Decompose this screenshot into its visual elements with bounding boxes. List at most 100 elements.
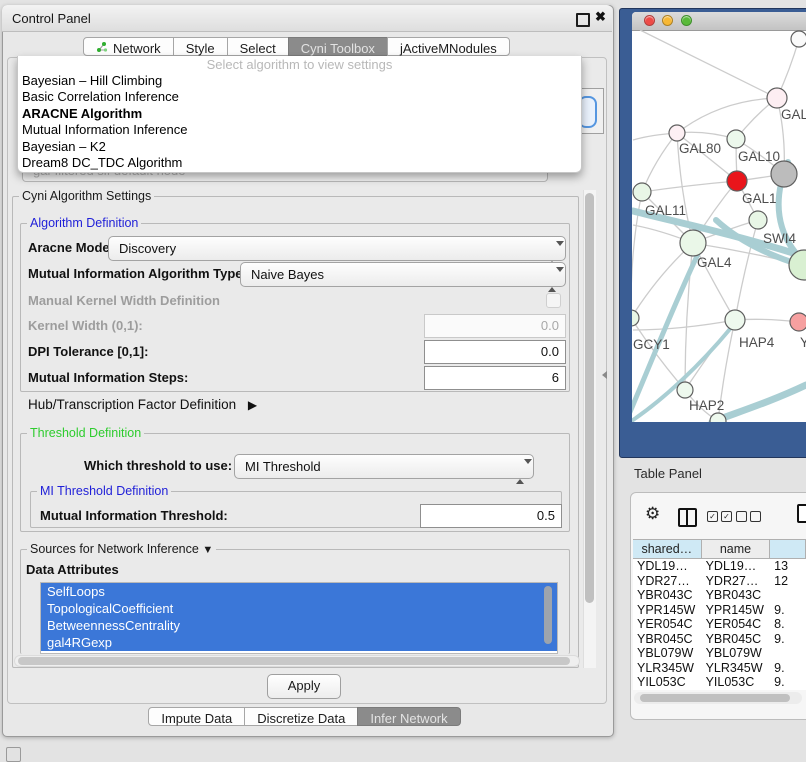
hub-definition-toggle[interactable]: Hub/Transcription Factor Definition ▶ bbox=[28, 397, 257, 412]
algorithm-option[interactable]: Mutual Information Inference bbox=[18, 122, 581, 138]
close-traffic-button[interactable] bbox=[644, 15, 655, 26]
aracne-mode-value: Discovery bbox=[119, 241, 176, 256]
network-node[interactable] bbox=[680, 230, 706, 256]
table-row[interactable]: YLR345WYLR345W9. bbox=[633, 661, 806, 676]
collapse-arrow-icon: ▶ bbox=[248, 398, 257, 412]
table-row[interactable]: YDR27…YDR27…12 bbox=[633, 574, 806, 589]
table-panel-title: Table Panel bbox=[634, 466, 702, 481]
table-cell: YIL053C bbox=[702, 675, 771, 690]
data-attribute-item[interactable]: SelfLoops bbox=[41, 583, 557, 600]
data-attribute-item[interactable]: BetweennessCentrality bbox=[41, 617, 557, 634]
table-horizontal-scrollbar[interactable] bbox=[634, 692, 802, 704]
node-label: HAP4 bbox=[739, 335, 775, 350]
control-panel-titlebar[interactable] bbox=[2, 5, 612, 32]
kernel-width-field[interactable]: 0.0 bbox=[424, 314, 566, 338]
tab-jactivemnodules[interactable]: jActiveMNodules bbox=[387, 37, 510, 56]
column-layout-icon[interactable] bbox=[678, 508, 697, 527]
float-window-icon[interactable] bbox=[576, 13, 590, 27]
network-node[interactable] bbox=[767, 88, 787, 108]
mi-type-combo[interactable]: Naive Bayes bbox=[240, 262, 566, 287]
network-node[interactable] bbox=[677, 382, 693, 398]
which-threshold-combo[interactable]: MI Threshold bbox=[234, 454, 534, 479]
algorithm-option[interactable]: Bayesian – Hill Climbing bbox=[18, 73, 581, 89]
split-pane-collapse-icon[interactable] bbox=[602, 371, 607, 379]
algorithm-option[interactable]: Basic Correlation Inference bbox=[18, 89, 581, 105]
table-cell: 9. bbox=[770, 632, 806, 647]
tab-style[interactable]: Style bbox=[173, 37, 228, 56]
network-tab-icon bbox=[96, 41, 108, 56]
tab-cyni-toolbox[interactable]: Cyni Toolbox bbox=[288, 37, 388, 56]
tab-discretize-data[interactable]: Discretize Data bbox=[244, 707, 358, 726]
network-node[interactable] bbox=[790, 313, 806, 331]
checked-box-icon: ✓ bbox=[721, 511, 732, 522]
table-row[interactable]: YPR145WYPR145W9. bbox=[633, 603, 806, 618]
network-node[interactable] bbox=[633, 183, 651, 201]
table-row[interactable]: YBL079WYBL079W bbox=[633, 646, 806, 661]
network-node[interactable] bbox=[632, 310, 639, 326]
bottom-tab-bar: Impute DataDiscretize DataInfer Network bbox=[0, 707, 610, 726]
aracne-mode-label: Aracne Mode: bbox=[28, 240, 114, 255]
network-node[interactable] bbox=[725, 310, 745, 330]
table-cell bbox=[770, 588, 806, 603]
cyni-algorithm-settings-legend: Cyni Algorithm Settings bbox=[19, 189, 154, 203]
network-window-titlebar[interactable] bbox=[632, 12, 806, 31]
table-row[interactable]: YBR043CYBR043C bbox=[633, 588, 806, 603]
window-grip[interactable] bbox=[6, 747, 21, 762]
table-row[interactable]: YER054CYER054C8. bbox=[633, 617, 806, 632]
network-node[interactable] bbox=[771, 161, 797, 187]
algorithm-option[interactable]: Bayesian – K2 bbox=[18, 139, 581, 155]
settings-horizontal-scrollbar[interactable] bbox=[14, 655, 580, 667]
aracne-mode-combo[interactable]: Discovery bbox=[108, 236, 566, 261]
tab-label: Network bbox=[113, 41, 161, 56]
table-cell: YBR043C bbox=[702, 588, 771, 603]
data-attributes-list[interactable]: SelfLoopsTopologicalCoefficientBetweenne… bbox=[40, 582, 558, 654]
algorithm-option[interactable]: ARACNE Algorithm bbox=[18, 106, 581, 122]
gear-icon[interactable]: ⚙ bbox=[645, 504, 660, 524]
network-node[interactable] bbox=[749, 211, 767, 229]
unchecked-box-icon bbox=[736, 511, 747, 522]
table-row[interactable]: YIL053CYIL053C9. bbox=[633, 675, 806, 690]
close-icon[interactable]: ✖ bbox=[595, 9, 606, 25]
data-attribute-item[interactable]: TopologicalCoefficient bbox=[41, 600, 557, 617]
network-edge bbox=[642, 181, 737, 192]
deselect-all-checks-icon[interactable] bbox=[736, 511, 761, 522]
network-node[interactable] bbox=[727, 171, 747, 191]
algorithm-option[interactable]: Dream8 DC_TDC Algorithm bbox=[18, 155, 581, 171]
tab-select[interactable]: Select bbox=[227, 37, 289, 56]
table-row[interactable]: YBR045CYBR045C9. bbox=[633, 632, 806, 647]
column-header[interactable] bbox=[770, 539, 806, 559]
apply-button[interactable]: Apply bbox=[267, 674, 341, 699]
node-label: GCY1 bbox=[633, 337, 670, 352]
column-header[interactable]: name bbox=[702, 539, 771, 559]
data-attribute-item[interactable]: gal4RGexp bbox=[41, 634, 557, 651]
node-label: GAL bbox=[781, 107, 806, 122]
table-cell: YER054C bbox=[702, 617, 771, 632]
manual-kernel-checkbox[interactable] bbox=[546, 293, 561, 308]
select-all-checks-icon[interactable]: ✓ ✓ bbox=[707, 511, 732, 522]
zoom-traffic-button[interactable] bbox=[681, 15, 692, 26]
tab-network[interactable]: Network bbox=[83, 37, 174, 56]
sources-legend[interactable]: Sources for Network Inference ▼ bbox=[27, 542, 216, 556]
clipped-toolbar-icon[interactable] bbox=[797, 504, 806, 523]
table-cell: YDL19… bbox=[633, 559, 702, 574]
which-threshold-value: MI Threshold bbox=[245, 459, 321, 474]
expand-arrow-icon: ▼ bbox=[202, 544, 213, 556]
minimize-traffic-button[interactable] bbox=[662, 15, 673, 26]
list-scrollbar[interactable] bbox=[544, 586, 552, 644]
network-node[interactable] bbox=[791, 31, 806, 47]
algorithm-dropdown-placeholder: Select algorithm to view settings bbox=[18, 56, 581, 73]
threshold-definition-legend: Threshold Definition bbox=[27, 426, 144, 440]
column-header[interactable]: shared… bbox=[633, 539, 702, 559]
network-canvas[interactable]: GALGAL80GAL10GAL1GAL11SWI4GAL4HAP4YGCY1H… bbox=[632, 30, 806, 422]
tab-impute-data[interactable]: Impute Data bbox=[148, 707, 245, 726]
mi-steps-field[interactable]: 6 bbox=[424, 366, 566, 390]
network-edge bbox=[640, 30, 777, 98]
table-cell: 9. bbox=[770, 675, 806, 690]
network-node[interactable] bbox=[669, 125, 685, 141]
network-node[interactable] bbox=[727, 130, 745, 148]
dpi-tolerance-field[interactable]: 0.0 bbox=[424, 340, 566, 364]
mi-threshold-field[interactable]: 0.5 bbox=[420, 504, 562, 528]
settings-vertical-scrollbar[interactable] bbox=[583, 190, 596, 668]
table-row[interactable]: YDL19…YDL19…13 bbox=[633, 559, 806, 574]
tab-infer-network[interactable]: Infer Network bbox=[357, 707, 460, 726]
